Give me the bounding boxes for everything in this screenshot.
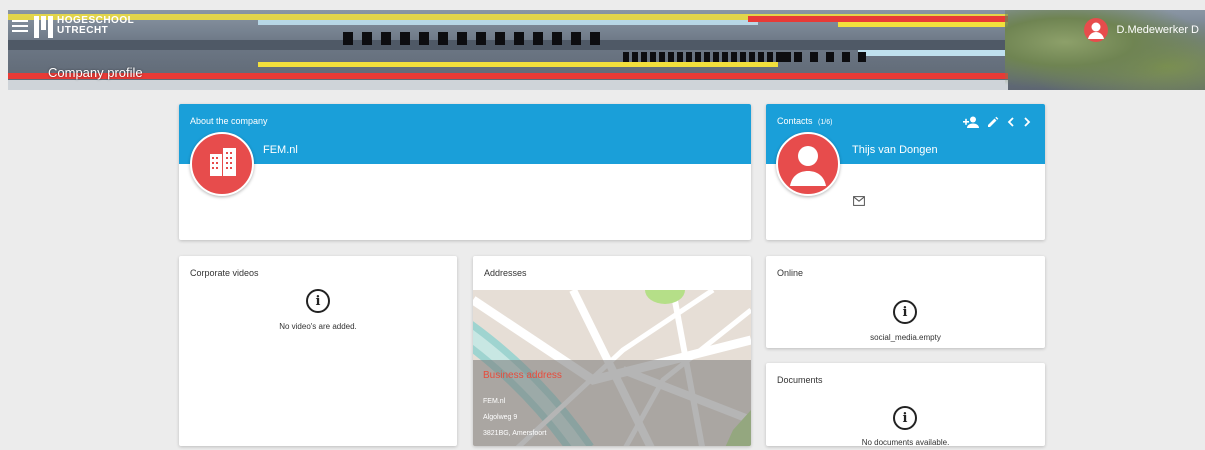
online-title: Online xyxy=(777,268,804,278)
corporate-videos-card: Corporate videos i No video's are added. xyxy=(179,256,457,446)
addresses-title: Addresses xyxy=(484,268,527,278)
header-banner: HOGESCHOOL UTRECHT Company profile D.Med… xyxy=(8,10,1205,90)
contacts-count: (1/6) xyxy=(818,119,833,126)
banner-stripe xyxy=(258,20,758,25)
contact-name: Thijs van Dongen xyxy=(852,144,938,156)
address-line-1: FEM.nl xyxy=(483,398,506,405)
address-line-2: Algolweg 9 xyxy=(483,414,518,421)
banner-windows xyxy=(343,32,600,45)
add-contact-icon[interactable] xyxy=(963,116,979,130)
info-icon: i xyxy=(893,406,917,430)
next-contact-icon[interactable] xyxy=(1023,116,1031,130)
info-icon: i xyxy=(306,289,330,313)
videos-empty-message: No video's are added. xyxy=(279,322,357,331)
contacts-card: Contacts (1/6) Thijs van Dongen xyxy=(766,104,1045,240)
banner-windows xyxy=(778,52,866,62)
about-company-header: About the company FEM.nl xyxy=(179,104,751,164)
banner-windows xyxy=(623,52,800,62)
banner-stripe xyxy=(8,80,1008,90)
about-company-card: About the company FEM.nl xyxy=(179,104,751,240)
documents-title: Documents xyxy=(777,375,823,385)
online-card: Online i social_media.empty xyxy=(766,256,1045,348)
edit-contact-icon[interactable] xyxy=(987,116,999,130)
page-title: Company profile xyxy=(48,65,143,80)
address-map[interactable]: Business address FEM.nl Algolweg 9 3821B… xyxy=(473,290,751,446)
documents-card: Documents i No documents available. xyxy=(766,363,1045,446)
user-menu[interactable]: D.Medewerker D xyxy=(1084,18,1199,42)
hamburger-menu-icon[interactable] xyxy=(12,20,28,34)
user-name: D.Medewerker D xyxy=(1116,24,1199,36)
contacts-title: Contacts (1/6) xyxy=(777,116,832,126)
address-line-3: 3821BG, Amersfoort xyxy=(483,430,547,437)
logo-mark xyxy=(34,16,53,38)
address-type: Business address xyxy=(483,370,562,381)
company-name: FEM.nl xyxy=(263,144,298,156)
addresses-card: Addresses Business address FEM.nl Algolw… xyxy=(473,256,751,446)
about-company-title: About the company xyxy=(190,116,268,126)
banner-stripe xyxy=(858,50,1008,56)
email-contact-icon[interactable] xyxy=(853,193,865,211)
logo: HOGESCHOOL UTRECHT xyxy=(34,16,134,38)
corporate-videos-title: Corporate videos xyxy=(190,268,259,278)
info-icon: i xyxy=(893,300,917,324)
online-empty-message: social_media.empty xyxy=(870,333,941,342)
banner-stripe xyxy=(838,22,1008,27)
user-avatar-icon xyxy=(1084,18,1109,42)
address-overlay: Business address FEM.nl Algolweg 9 3821B… xyxy=(473,360,751,446)
contact-avatar-icon xyxy=(776,132,840,196)
banner-stripe xyxy=(8,73,1008,79)
logo-line-2: UTRECHT xyxy=(57,25,109,36)
documents-empty-message: No documents available. xyxy=(861,438,950,446)
contacts-title-label: Contacts xyxy=(777,116,813,126)
logo-text: HOGESCHOOL UTRECHT xyxy=(57,16,134,36)
previous-contact-icon[interactable] xyxy=(1007,116,1015,130)
banner-stripe xyxy=(258,62,778,67)
contacts-actions xyxy=(963,116,1031,130)
company-building-icon xyxy=(190,132,254,196)
